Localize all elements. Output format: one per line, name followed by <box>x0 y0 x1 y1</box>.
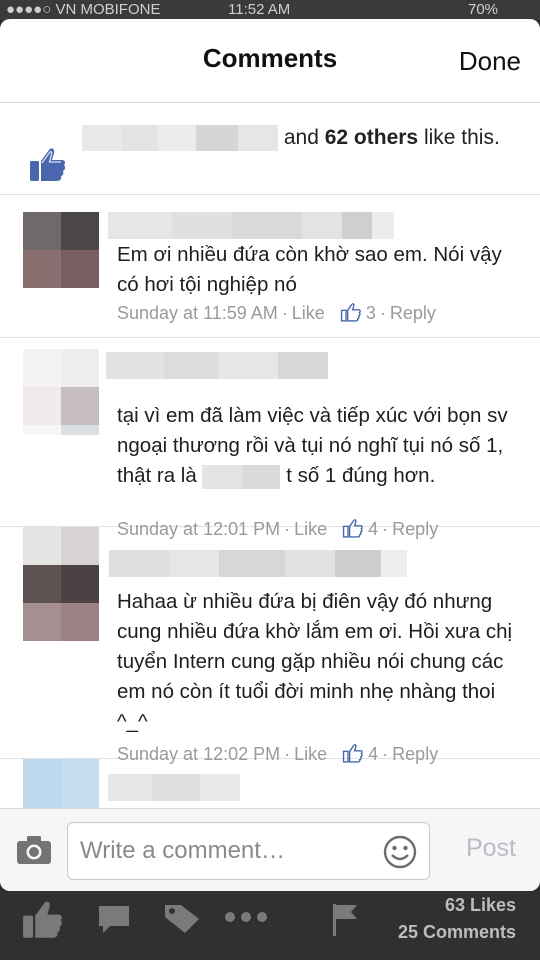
likes-summary[interactable]: and 62 others like this. <box>0 103 540 195</box>
status-bar: ●●●●○ VN MOBIFONE 11:52 AM 70% <box>0 0 540 20</box>
comments-header: Comments Done <box>0 19 540 103</box>
comment-text: Hahaa ừ nhiều đứa bị điên vậy đó nhưng c… <box>117 590 513 733</box>
comments-sheet: Comments Done and 62 others like this. E… <box>0 19 540 891</box>
like-thumb-icon[interactable] <box>22 899 64 939</box>
post-button[interactable]: Post <box>466 834 516 863</box>
like-thumb-icon <box>30 148 66 181</box>
comment-composer: Post <box>0 808 540 891</box>
battery-level: 70% <box>468 1 499 18</box>
comment-item: Em ơi nhiều đứa còn khờ sao em. Nói vậy … <box>0 195 540 338</box>
redacted-author-name[interactable] <box>108 212 394 239</box>
comment-input-box[interactable] <box>67 822 430 880</box>
avatar[interactable] <box>23 349 100 435</box>
redacted-author-name[interactable] <box>108 774 240 801</box>
like-count: 3 <box>365 303 376 323</box>
flag-icon[interactable] <box>331 903 361 937</box>
carrier-label: ●●●●○ VN MOBIFONE <box>6 1 161 18</box>
like-link[interactable]: Like <box>292 303 325 323</box>
avatar[interactable] <box>23 212 100 289</box>
smiley-icon[interactable] <box>383 835 417 869</box>
likes-tail: like this. <box>423 126 500 149</box>
likes-others-link[interactable]: 62 others <box>325 126 418 149</box>
comment-time: Sunday at 11:59 AM <box>117 303 278 323</box>
comments-count[interactable]: 25 Comments <box>398 922 516 943</box>
clock: 11:52 AM <box>228 1 291 18</box>
tag-icon[interactable] <box>163 903 203 935</box>
redacted-word <box>202 464 281 489</box>
comment-item: tại vì em đã làm việc và tiếp xúc với bọ… <box>0 338 540 539</box>
likes-and: and <box>283 126 319 149</box>
comment-text-part: t số 1 đúng hơn. <box>286 464 436 487</box>
like-count-icon <box>340 303 361 322</box>
redacted-author-name[interactable] <box>106 352 328 379</box>
comment-item: Hahaa ừ nhiều đứa bị điên vậy đó nhưng c… <box>0 527 540 764</box>
reply-link[interactable]: Reply <box>390 303 436 323</box>
chat-bubble-icon[interactable] <box>98 905 130 935</box>
post-action-bar: 63 Likes 25 Comments <box>0 891 540 960</box>
comment-text: Em ơi nhiều đứa còn khờ sao em. Nói vậy … <box>117 243 502 296</box>
comment-text: tại vì em đã làm việc và tiếp xúc với bọ… <box>117 401 517 491</box>
avatar[interactable] <box>23 527 100 641</box>
comment-input[interactable] <box>80 834 370 868</box>
redacted-author-name[interactable] <box>109 550 407 577</box>
redacted-names <box>82 125 278 152</box>
more-dots-icon[interactable] <box>224 911 268 923</box>
camera-icon[interactable] <box>16 835 52 865</box>
comment-item <box>0 759 540 808</box>
comment-meta: Sunday at 11:59 AM · Like 3 · Reply <box>117 303 436 323</box>
likes-text: and 62 others like this. <box>82 124 512 152</box>
likes-count[interactable]: 63 Likes <box>445 895 516 916</box>
done-button[interactable]: Done <box>459 46 521 77</box>
avatar[interactable] <box>23 759 100 808</box>
